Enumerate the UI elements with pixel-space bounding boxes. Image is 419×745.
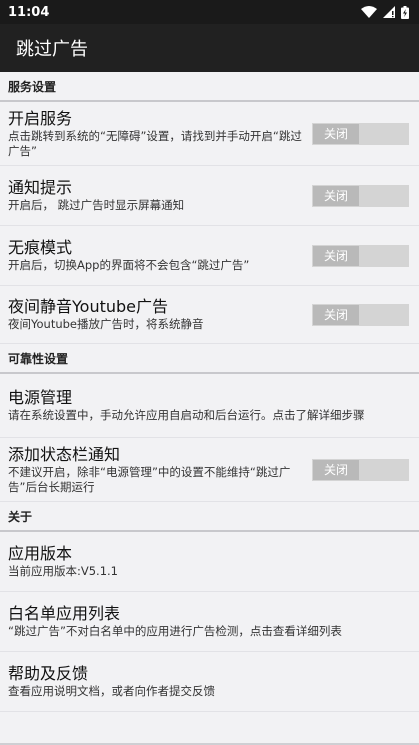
pref-title: 夜间静音Youtube广告	[8, 297, 168, 316]
pref-summary: 不建议开启，除非“电源管理”中的设置不能维持“跳过广告”后台长期运行	[8, 464, 291, 494]
toggle-label: 关闭	[313, 185, 359, 206]
battery-charging-icon	[401, 5, 409, 19]
status-icons	[361, 5, 409, 19]
pref-title: 帮助及反馈	[8, 664, 89, 683]
youtube-mute-toggle[interactable]: 关闭	[312, 303, 409, 326]
pref-title: 添加状态栏通知	[8, 444, 121, 464]
wifi-icon	[361, 6, 377, 18]
pref-version[interactable]: 应用版本 当前应用版本:V5.1.1	[0, 532, 419, 592]
section-header-reliability: 可靠性设置	[0, 344, 419, 374]
pref-summary: 夜间Youtube播放广告时，将系统静音	[8, 317, 204, 331]
pref-title: 无痕模式	[8, 238, 73, 257]
pref-summary: “跳过广告”不对白名单中的应用进行广告检测，点击查看详细列表	[8, 624, 342, 638]
app-title: 跳过广告	[16, 39, 88, 60]
section-header-about: 关于	[0, 502, 419, 532]
signal-icon	[383, 6, 395, 18]
pref-statusbar-notice[interactable]: 添加状态栏通知 不建议开启，除非“电源管理”中的设置不能维持“跳过广告”后台长期…	[0, 438, 419, 502]
pref-incognito[interactable]: 无痕模式 开启后，切换App的界面将不会包含“跳过广告” 关闭	[0, 226, 419, 286]
status-time: 11:04	[8, 4, 50, 20]
section-header-service: 服务设置	[0, 72, 419, 102]
pref-whitelist[interactable]: 白名单应用列表 “跳过广告”不对白名单中的应用进行广告检测，点击查看详细列表	[0, 592, 419, 652]
pref-summary: 点击跳转到系统的“无障碍”设置，请找到并手动开启“跳过广告”	[8, 128, 302, 158]
enable-service-toggle[interactable]: 关闭	[312, 122, 409, 145]
pref-summary: 请在系统设置中，手动允许应用自启动和后台运行。点击了解详细步骤	[8, 408, 365, 422]
toggle-label: 关闭	[313, 123, 359, 144]
pref-title: 白名单应用列表	[8, 604, 121, 623]
pref-notify[interactable]: 通知提示 开启后， 跳过广告时显示屏幕通知 关闭	[0, 166, 419, 226]
pref-title: 开启服务	[8, 108, 73, 128]
app-bar: 跳过广告	[0, 24, 419, 72]
notify-toggle[interactable]: 关闭	[312, 184, 409, 207]
toggle-label: 关闭	[313, 304, 359, 325]
pref-power[interactable]: 电源管理 请在系统设置中，手动允许应用自启动和后台运行。点击了解详细步骤	[0, 374, 419, 438]
pref-title: 应用版本	[8, 544, 73, 563]
pref-enable-service[interactable]: 开启服务 点击跳转到系统的“无障碍”设置，请找到并手动开启“跳过广告” 关闭	[0, 102, 419, 166]
pref-title: 电源管理	[8, 388, 73, 407]
pref-help[interactable]: 帮助及反馈 查看应用说明文档，或者向作者提交反馈	[0, 652, 419, 712]
pref-summary: 查看应用说明文档，或者向作者提交反馈	[8, 684, 215, 698]
toggle-label: 关闭	[313, 245, 359, 266]
pref-summary: 开启后，切换App的界面将不会包含“跳过广告”	[8, 258, 250, 272]
pref-youtube-mute[interactable]: 夜间静音Youtube广告 夜间Youtube播放广告时，将系统静音 关闭	[0, 286, 419, 344]
statusbar-notice-toggle[interactable]: 关闭	[312, 458, 409, 481]
incognito-toggle[interactable]: 关闭	[312, 244, 409, 267]
pref-summary: 开启后， 跳过广告时显示屏幕通知	[8, 198, 185, 212]
pref-title: 通知提示	[8, 178, 73, 197]
status-bar: 11:04	[0, 0, 419, 24]
pref-summary: 当前应用版本:V5.1.1	[8, 564, 119, 578]
toggle-label: 关闭	[313, 459, 359, 480]
